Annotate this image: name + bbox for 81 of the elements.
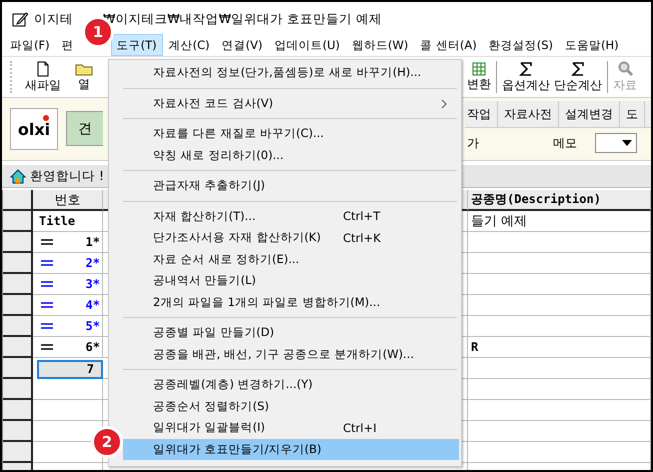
row-header[interactable] (3, 253, 33, 274)
dot-icon (43, 115, 49, 121)
menu-item[interactable]: 연결(V) (216, 34, 268, 56)
toolbar-button[interactable]: 열 (73, 57, 95, 97)
menu-item[interactable]: 웹하드(W) (346, 34, 414, 56)
menu-item[interactable]: 도구(T) (110, 34, 163, 56)
menu-item[interactable]: 공종을 배관, 배선, 기구 공종으로 분개하기(W)... (123, 344, 459, 365)
row-number: 6* (86, 340, 100, 354)
menu-item[interactable]: 관급자재 추출하기(J) (123, 175, 459, 196)
menu-item[interactable]: 공종순서 정렬하기(S) (123, 396, 459, 417)
row-number: 7 (86, 362, 94, 376)
menu-item[interactable]: 자재 합산하기(T)... Ctrl+T (123, 206, 459, 227)
tab[interactable]: 설계변경 (559, 101, 620, 127)
menu-item[interactable]: 일위대가 호표만들기/지우기(B) (123, 438, 459, 460)
sigma-icon (519, 60, 533, 76)
menu-item[interactable]: 도움말(H) (558, 34, 625, 56)
menu-item[interactable]: 자료사전의 정보(단가,품셈등)로 새로 바꾸기(H)... (123, 62, 459, 84)
row-number: Title (39, 214, 76, 228)
row-header[interactable] (3, 190, 33, 211)
row-number: 2* (86, 256, 100, 270)
memo-label: 메모 (553, 134, 577, 152)
row-number: 4* (86, 298, 100, 312)
menu-item[interactable]: 공내역서 만들기(L) (123, 270, 459, 292)
toolbar-button[interactable]: 새파일 (23, 57, 63, 97)
sigma-icon (571, 60, 585, 76)
notepad-icon (12, 11, 28, 27)
welcome-text: 환영합니다 ! (30, 168, 104, 184)
table-cell: 들기 예제 (468, 211, 651, 232)
menu-item[interactable]: 자료사전 코드 검사(V) (123, 92, 459, 114)
menu-item[interactable]: 자료를 다른 재질로 바꾸기(C)... (123, 123, 459, 144)
file-icon (36, 60, 50, 76)
number-input[interactable]: 7 (37, 360, 103, 379)
row-header[interactable] (3, 232, 33, 253)
row-number: 1* (86, 235, 100, 249)
tab[interactable]: 도 (620, 101, 645, 127)
field-label: 가 (467, 134, 479, 152)
row-header[interactable] (3, 358, 33, 379)
logo-text: olxi (18, 120, 50, 138)
row-header[interactable] (3, 337, 33, 358)
search-icon (617, 60, 633, 76)
table-cell: R (468, 337, 651, 358)
row-header[interactable] (3, 379, 33, 400)
row-number: 3* (86, 277, 100, 291)
tab[interactable]: 자료사전 (498, 101, 559, 127)
menu-item[interactable]: 약칭 새로 정리하기(0)... (123, 144, 459, 166)
menu-item[interactable]: 2개의 파일을 1개의 파일로 병합하기(M)... (123, 292, 459, 313)
column-header: 번호 (33, 190, 103, 211)
menu-item[interactable]: 공종별 파일 만들기(D) (123, 322, 459, 344)
dropdown-arrow-icon (622, 140, 632, 146)
menu-item[interactable]: 자료 순서 새로 정하기(E)... (123, 248, 459, 270)
menu-item[interactable]: 편 (56, 34, 77, 56)
row-header[interactable] (3, 295, 33, 316)
column-header: 공종명(Description) (468, 190, 651, 211)
shortcut-text: Ctrl+K (343, 230, 381, 245)
row-header[interactable] (3, 316, 33, 337)
menu-item[interactable]: 업데이트(U) (268, 34, 346, 56)
row-header[interactable] (3, 442, 33, 463)
row-header[interactable] (3, 400, 33, 421)
tab[interactable]: 작업 (465, 101, 498, 127)
shortcut-text: Ctrl+T (343, 209, 380, 224)
spreadsheet-icon (472, 62, 486, 76)
menu-item[interactable]: 공종레벨(계층) 변경하기...(Y) (123, 374, 459, 396)
window-title: 이지테 (34, 10, 73, 28)
memo-dropdown[interactable] (595, 133, 637, 153)
menu-item[interactable]: 파일(F) (4, 34, 56, 56)
menu-item[interactable]: 계산(C) (162, 34, 216, 56)
row-header[interactable] (3, 274, 33, 295)
menu-item[interactable]: 일위대가 일괄블럭(I) Ctrl+I (123, 417, 459, 438)
chevron-right-icon (441, 98, 447, 108)
menu-item[interactable]: 단가조사서용 자재 합산하기(K) Ctrl+K (123, 227, 459, 248)
house-icon (10, 168, 26, 184)
estimate-button[interactable]: 견 (66, 111, 103, 146)
menu-item[interactable]: 환경설정(S) (482, 34, 559, 56)
shortcut-text: Ctrl+I (343, 420, 376, 435)
row-number: 5* (86, 319, 100, 333)
toolbar-button[interactable]: 단순계산 (552, 57, 604, 97)
menu-item[interactable]: 콜 센터(A) (414, 34, 483, 56)
toolbar-button[interactable]: 변환 (465, 57, 493, 97)
row-header[interactable] (3, 421, 33, 442)
row-header[interactable] (3, 211, 33, 232)
toolbar-button[interactable]: 옵션계산 (500, 57, 552, 97)
